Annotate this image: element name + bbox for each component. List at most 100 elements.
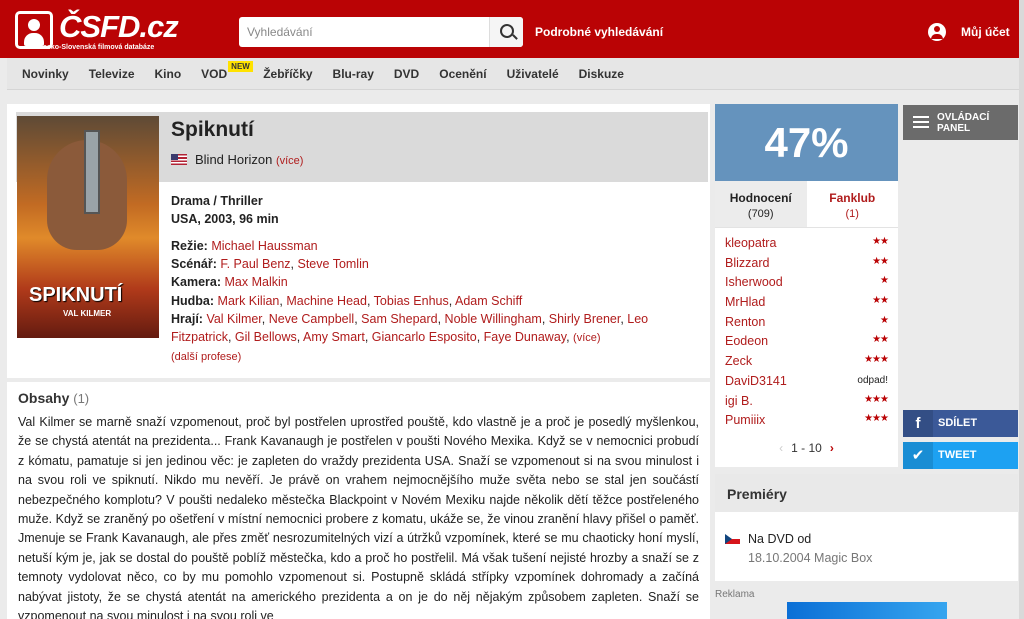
chevron-left-icon[interactable]: ‹	[779, 441, 783, 455]
nav-item-novinky[interactable]: Novinky	[22, 67, 69, 81]
star-icon: ★★★	[864, 354, 889, 366]
nav-item-zebricky[interactable]: Žebříčky	[263, 67, 312, 81]
music-label: Hudba:	[171, 293, 215, 308]
ad-banner[interactable]	[787, 602, 947, 619]
plot-section: Obsahy (1) Val Kilmer se marně snaží vzp…	[7, 382, 710, 619]
rating-text: odpad!	[857, 374, 888, 386]
person-link[interactable]: Gil Bellows	[235, 330, 297, 344]
user-link[interactable]: Zeck	[725, 354, 752, 368]
control-panel-button[interactable]: OVLÁDACÍ PANEL	[903, 105, 1018, 140]
nav-item-bluray[interactable]: Blu-ray	[333, 67, 374, 81]
nav-item-kino[interactable]: Kino	[155, 67, 182, 81]
person-link[interactable]: Val Kilmer	[206, 312, 261, 326]
nav-item-vod[interactable]: VOD NEW	[201, 61, 253, 81]
original-title: Blind Horizon (více)	[171, 152, 303, 167]
more-professions-link[interactable]: (další profese)	[171, 351, 241, 363]
more-titles-link[interactable]: (více)	[276, 155, 304, 167]
list-item: Eodeon ★★	[725, 334, 889, 354]
list-item: kleopatra ★★	[725, 236, 889, 256]
plot-heading-text: Obsahy	[18, 390, 70, 406]
user-link[interactable]: Blizzard	[725, 256, 769, 270]
directing-label: Režie:	[171, 239, 208, 253]
person-link[interactable]: Mark Kilian	[218, 294, 280, 308]
search-input[interactable]	[239, 17, 489, 47]
user-link[interactable]: Eodeon	[725, 334, 768, 348]
twitter-share-button[interactable]: ✔ TWEET	[903, 442, 1018, 469]
star-icon: ★	[880, 275, 889, 287]
list-item: Zeck ★★★	[725, 354, 889, 374]
person-link[interactable]: Sam Shepard	[361, 312, 437, 326]
tab-fanclub[interactable]: Fanklub (1)	[807, 181, 899, 227]
person-link[interactable]: Machine Head	[286, 294, 367, 308]
ad-label: Reklama	[715, 589, 755, 600]
person-link[interactable]: Adam Schiff	[455, 294, 522, 308]
nav-item-oceneni[interactable]: Ocenění	[439, 67, 486, 81]
music-row: Hudba: Mark Kilian, Machine Head, Tobias…	[171, 293, 523, 308]
logo-text: ČSFD.cz	[59, 9, 179, 44]
person-link[interactable]: Steve Tomlin	[297, 257, 368, 271]
user-link[interactable]: igi B.	[725, 394, 753, 408]
user-link[interactable]: DaviD3141	[725, 374, 787, 388]
film-poster[interactable]: SPIKNUTÍ VAL KILMER	[17, 116, 159, 338]
plot-heading: Obsahy (1)	[18, 390, 699, 406]
chevron-right-icon[interactable]: ›	[830, 441, 834, 455]
person-link[interactable]: Max Malkin	[225, 275, 288, 289]
site-logo[interactable]: ČSFD.cz Česko-Slovenská filmová databáze	[15, 9, 185, 53]
premiere-box: Premiéry Na DVD od 18.10.2004 Magic Box	[715, 474, 1018, 581]
person-link[interactable]: Amy Smart	[303, 330, 365, 344]
scrollbar[interactable]	[1019, 0, 1024, 619]
control-panel-label: OVLÁDACÍ PANEL	[937, 112, 990, 134]
tab-ratings[interactable]: Hodnocení (709)	[715, 181, 807, 227]
new-badge: NEW	[228, 61, 253, 72]
facebook-icon: f	[903, 410, 933, 437]
tab-fanclub-count: (1)	[845, 208, 859, 220]
poster-title: SPIKNUTÍ	[29, 284, 123, 306]
rating-tabs: Hodnocení (709) Fanklub (1)	[715, 181, 898, 228]
advanced-search-link[interactable]: Podrobné vyhledávání	[535, 25, 663, 39]
user-link[interactable]: Isherwood	[725, 275, 783, 289]
person-link[interactable]: Noble Willingham	[445, 312, 542, 326]
premiere-item: Na DVD od 18.10.2004 Magic Box	[725, 530, 872, 568]
pager-range: 1 - 10	[791, 441, 822, 455]
person-link[interactable]: Shirly Brener	[549, 312, 621, 326]
camera-label: Kamera:	[171, 275, 222, 290]
nav-item-uzivatele[interactable]: Uživatelé	[507, 67, 559, 81]
premiere-date: 18.10.2004 Magic Box	[748, 551, 873, 565]
tab-ratings-count: (709)	[747, 208, 774, 220]
user-link[interactable]: Renton	[725, 315, 765, 329]
person-link[interactable]: F. Paul Benz	[220, 257, 290, 271]
facebook-share-button[interactable]: f SDÍLET	[903, 410, 1018, 437]
poster-subtitle: VAL KILMER	[63, 309, 112, 318]
list-item: DaviD3141 odpad!	[725, 374, 888, 394]
person-link[interactable]: Michael Haussman	[211, 239, 317, 253]
user-link[interactable]: kleopatra	[725, 236, 776, 250]
more-cast-link[interactable]: (více)	[573, 332, 601, 344]
film-genre: Drama / Thriller	[171, 194, 263, 208]
list-item: Blizzard ★★	[725, 255, 889, 276]
tab-fanclub-label: Fanklub	[829, 191, 876, 205]
user-link[interactable]: MrHlad	[725, 295, 765, 309]
rating-percent: 47%	[715, 104, 898, 181]
user-link[interactable]: Pumiiix	[725, 413, 765, 427]
user-icon	[928, 23, 946, 41]
person-link[interactable]: Neve Campbell	[269, 312, 354, 326]
cast-row: Hrají: Val Kilmer, Neve Campbell, Sam Sh…	[171, 311, 649, 345]
premiere-heading: Premiéry	[715, 474, 1018, 512]
list-item: Renton ★	[725, 315, 889, 335]
search-icon[interactable]	[489, 17, 523, 47]
menu-icon	[913, 116, 929, 128]
nav-item-televize[interactable]: Televize	[89, 67, 135, 81]
person-link[interactable]: Giancarlo Esposito	[372, 330, 477, 344]
list-item: Pumiiix ★★★	[725, 413, 889, 433]
camera-row: Kamera: Max Malkin	[171, 273, 691, 291]
account-button[interactable]: Můj účet	[928, 23, 1010, 41]
star-icon: ★★	[872, 255, 889, 267]
plot-count: (1)	[73, 391, 90, 406]
nav-item-dvd[interactable]: DVD	[394, 67, 419, 81]
film-info: Drama / Thriller USA, 2003, 96 min Režie…	[171, 192, 691, 366]
nav-item-diskuze[interactable]: Diskuze	[579, 67, 624, 81]
directing-row: Režie: Michael Haussman	[171, 237, 691, 255]
person-link[interactable]: Tobias Enhus	[374, 294, 449, 308]
person-link[interactable]: Faye Dunaway	[484, 330, 566, 344]
top-bar: ČSFD.cz Česko-Slovenská filmová databáze…	[0, 0, 1024, 58]
